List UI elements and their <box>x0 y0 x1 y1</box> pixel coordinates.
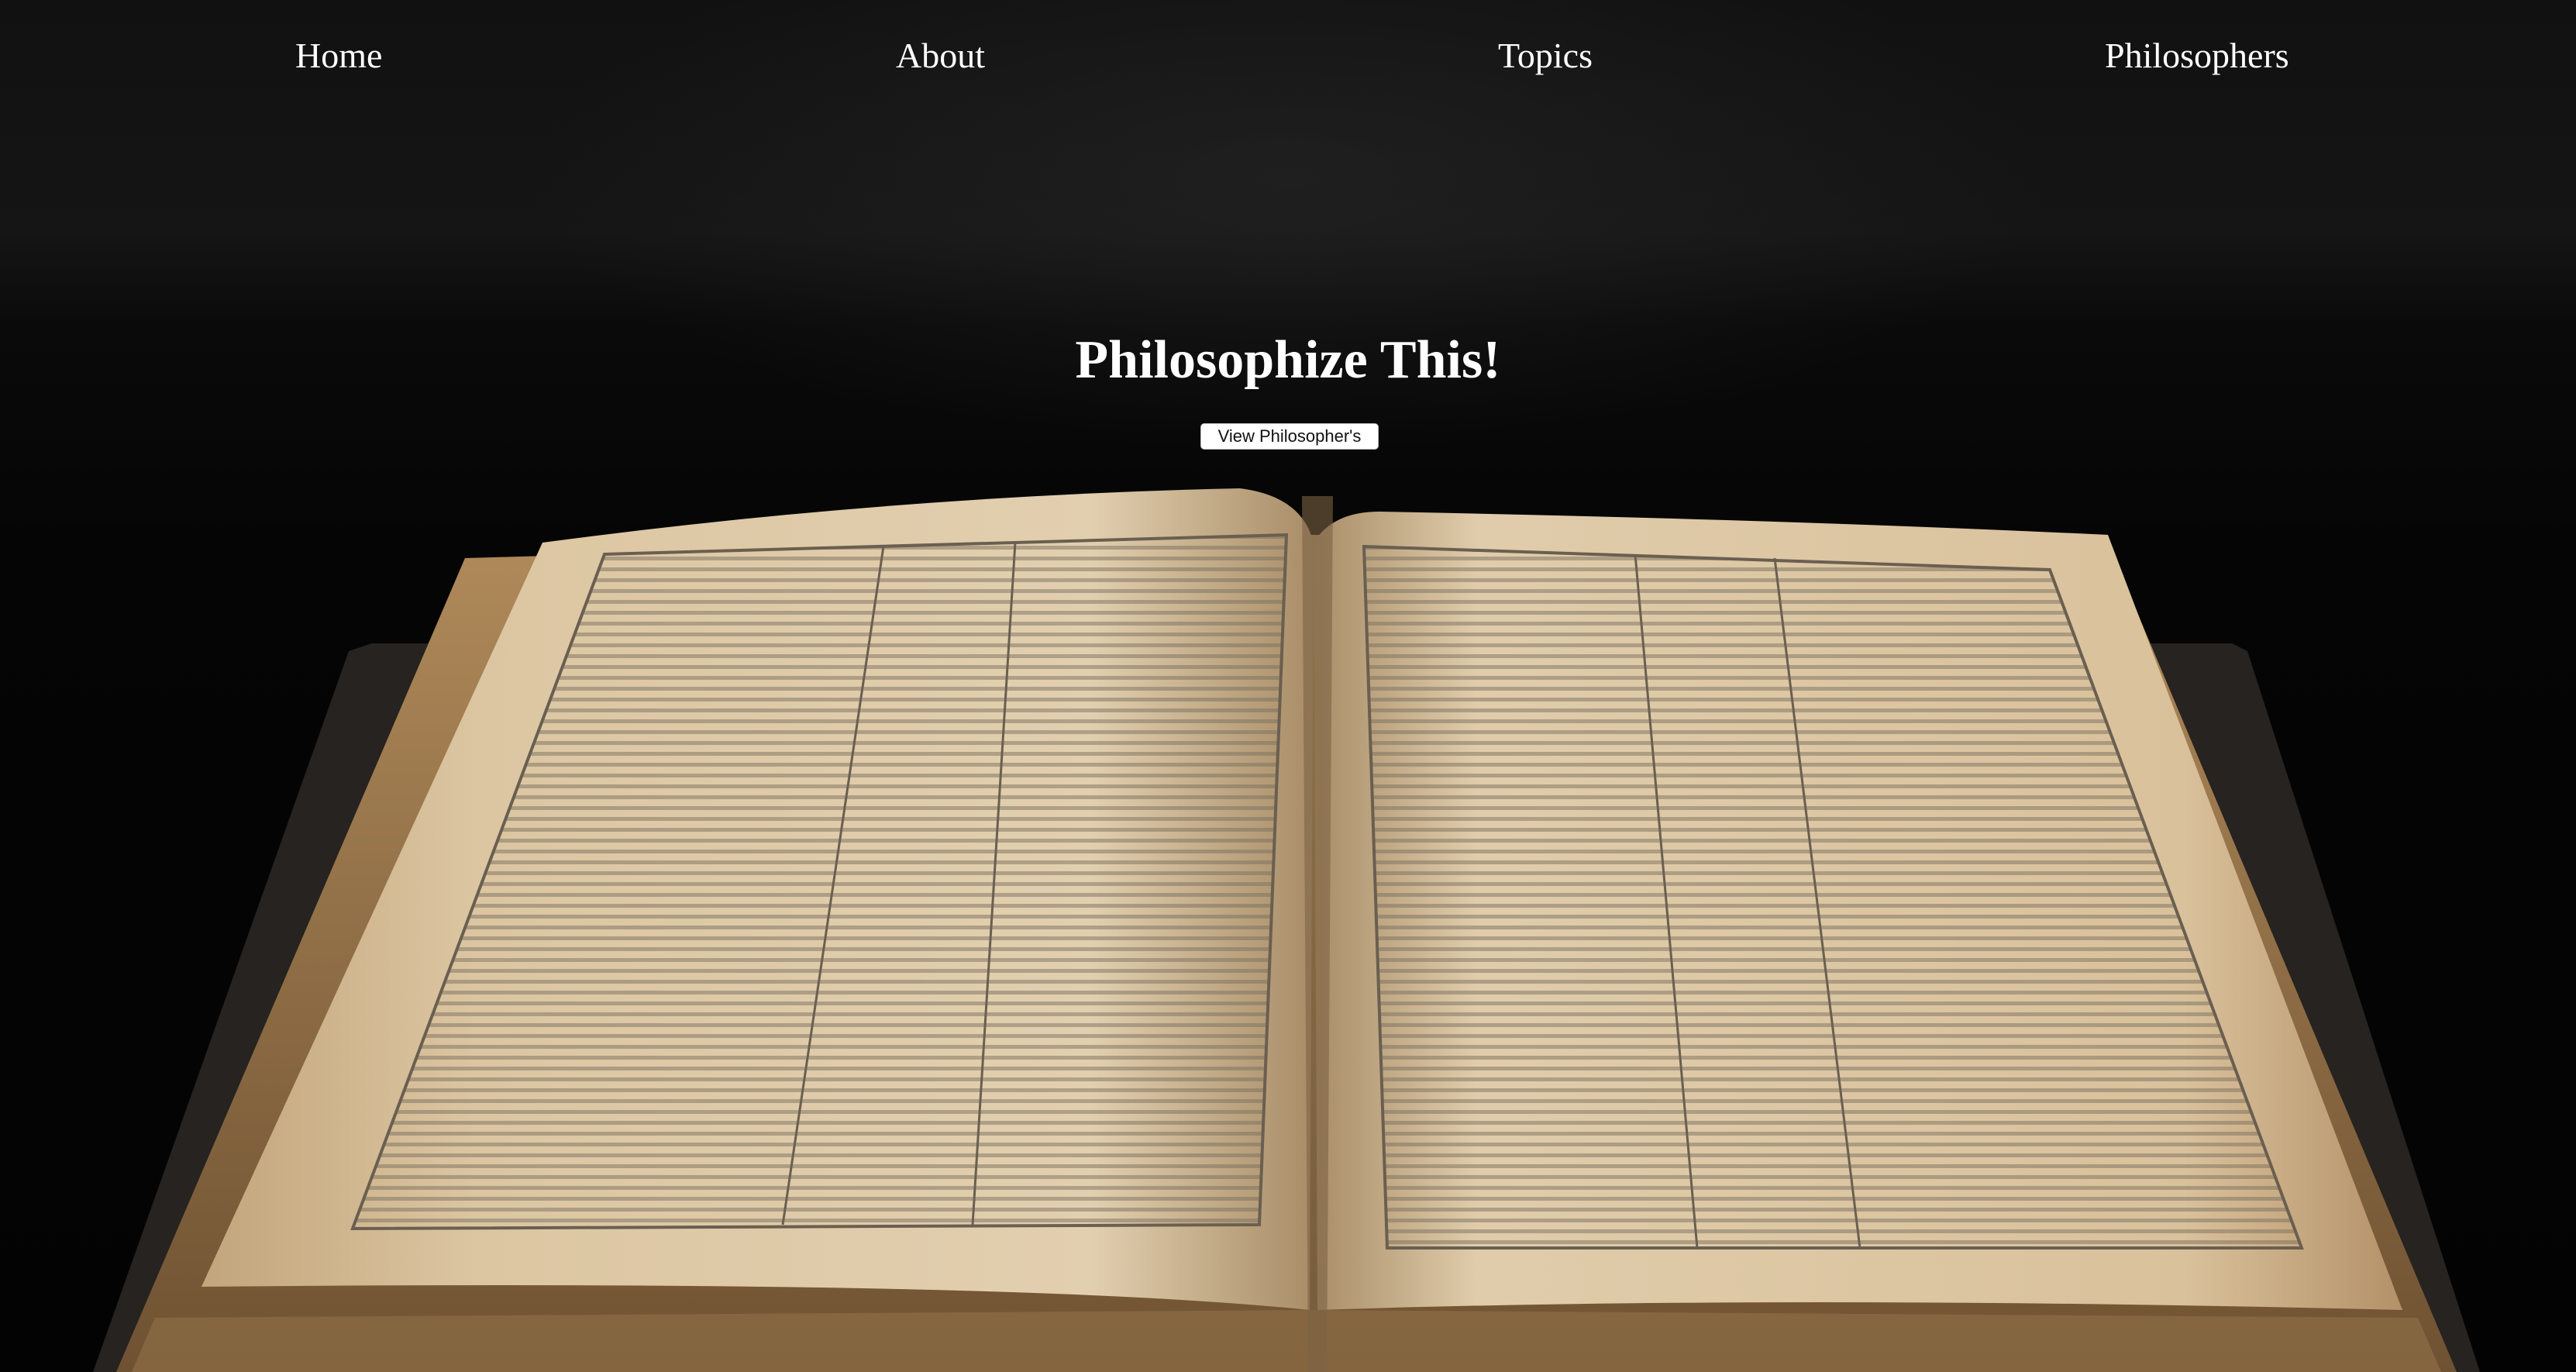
main-navigation: Home About Topics Philosophers <box>0 0 2576 116</box>
nav-link-philosophers[interactable]: Philosophers <box>2105 33 2289 79</box>
page-title: Philosophize This! <box>1075 330 1501 390</box>
nav-link-topics[interactable]: Topics <box>1498 33 1593 79</box>
view-philosophers-button[interactable]: View Philosopher's <box>1200 423 1379 450</box>
nav-link-about[interactable]: About <box>896 33 985 79</box>
open-book-image <box>93 488 2480 1372</box>
nav-link-home[interactable]: Home <box>295 33 382 79</box>
